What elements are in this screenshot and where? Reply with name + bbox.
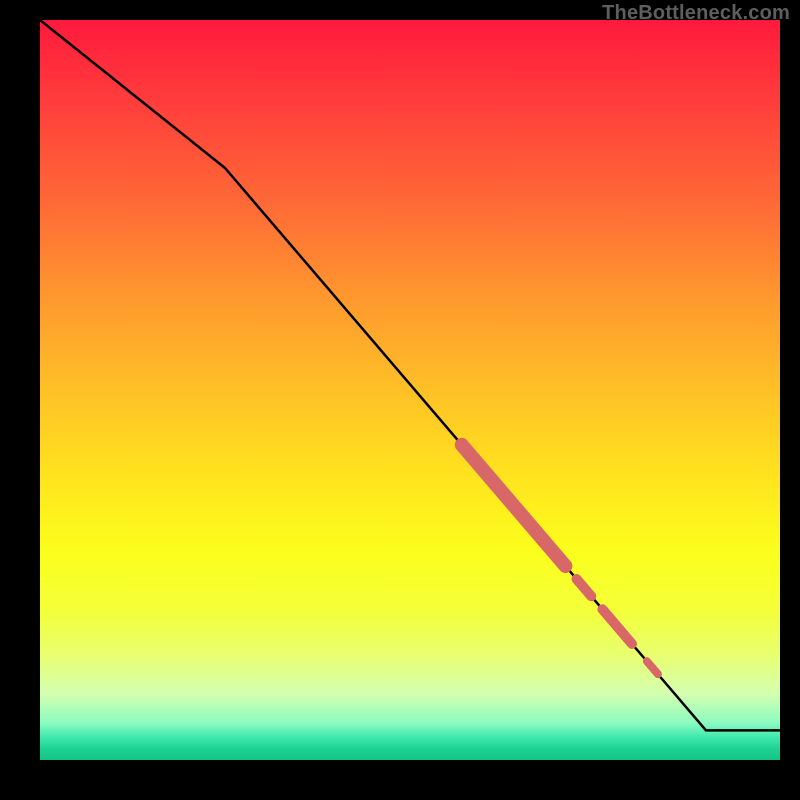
curve-highlight-group (462, 445, 658, 674)
curve-highlight-segment (577, 579, 592, 596)
watermark-text: TheBottleneck.com (602, 2, 790, 25)
chart-svg-overlay (40, 20, 780, 760)
curve-highlight-segment (602, 609, 632, 644)
curve-line (40, 20, 780, 730)
curve-highlight-segment (462, 445, 566, 566)
chart-stage: TheBottleneck.com (0, 0, 800, 800)
curve-highlight-segment (647, 661, 658, 674)
